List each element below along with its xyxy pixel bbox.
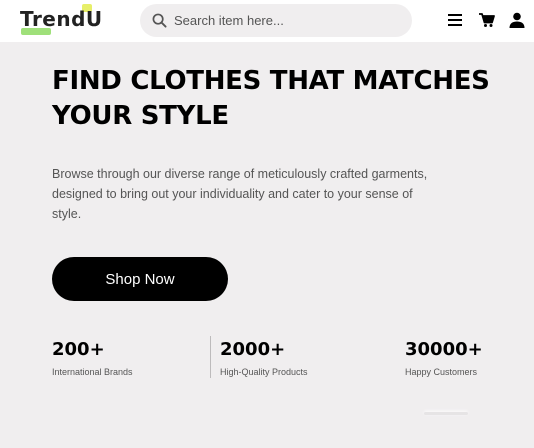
stat-value: 30000+ — [405, 339, 483, 360]
cart-icon[interactable] — [478, 11, 496, 29]
search-input[interactable] — [174, 4, 399, 37]
stat-international-brands: 200+ International Brands — [52, 338, 133, 378]
logo-text: TrendU — [20, 7, 103, 31]
stat-divider — [210, 336, 211, 378]
hero-title: FIND CLOTHES THAT MATCHES YOUR STYLE — [52, 66, 490, 131]
stat-value: 200+ — [52, 339, 105, 360]
top-header: TrendU — [0, 0, 534, 42]
stat-value: 2000+ — [220, 339, 286, 360]
stat-label: Happy Customers — [405, 367, 478, 377]
stat-happy-customers: 30000+ Happy Customers — [405, 338, 483, 378]
hero-description: Browse through our diverse range of meti… — [52, 167, 428, 221]
stat-label: International Brands — [52, 367, 133, 377]
user-icon[interactable] — [508, 11, 526, 29]
search-icon — [152, 13, 167, 28]
stat-label: High-Quality Products — [220, 367, 308, 377]
logo[interactable]: TrendU — [20, 4, 103, 37]
menu-icon[interactable] — [446, 11, 464, 29]
search-bar[interactable] — [140, 4, 412, 37]
shop-now-button[interactable]: Shop Now — [52, 257, 228, 301]
decorative-shadow — [424, 412, 468, 415]
stat-high-quality-products: 2000+ High-Quality Products — [220, 338, 308, 378]
